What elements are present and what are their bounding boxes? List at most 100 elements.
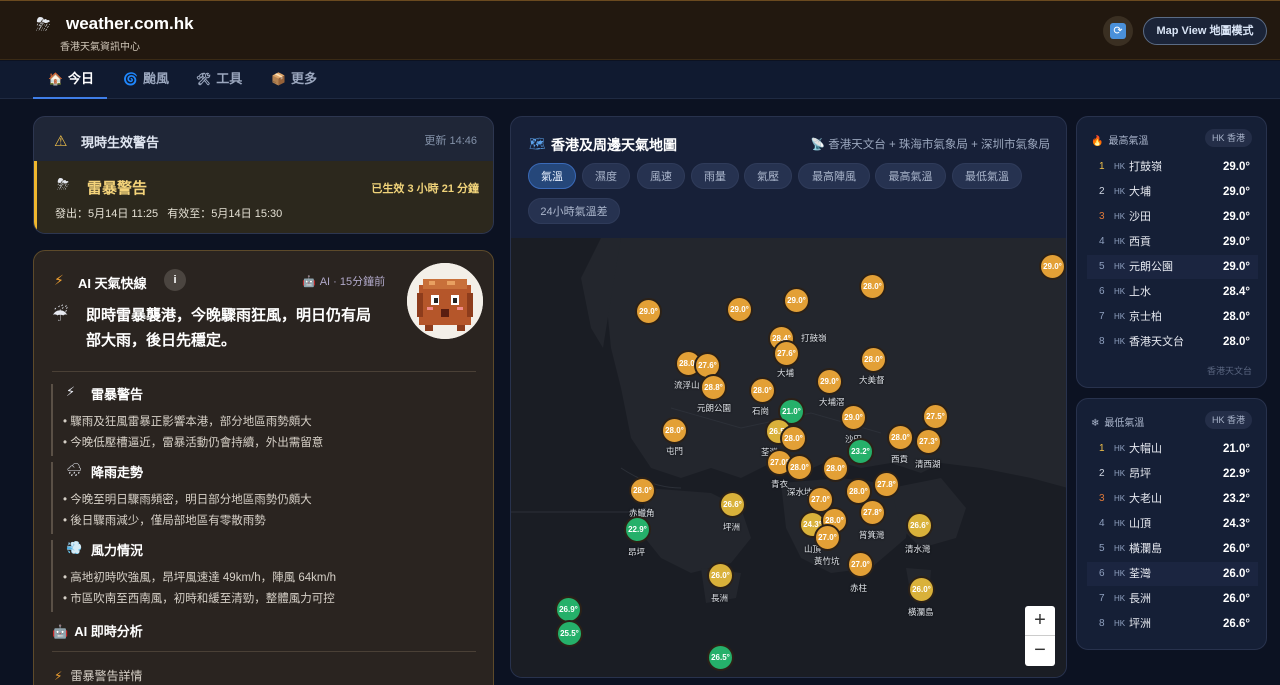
warning-valid-until: 有效至：5月14日 15:30 <box>167 208 283 220</box>
ranking-row[interactable]: 8 HK 香港天文台 28.0° <box>1087 330 1258 354</box>
chip-wind-speed[interactable]: 風速 <box>637 163 685 189</box>
temp-marker[interactable]: 28.0° <box>629 477 656 504</box>
warning-title: 雷暴警告 <box>87 180 148 197</box>
chip-min-temp[interactable]: 最低氣溫 <box>952 163 1022 189</box>
station-name: 坪洲 <box>1129 618 1151 630</box>
station-name: 元朗公園 <box>1129 261 1173 273</box>
temp-marker[interactable]: 22.9° <box>624 516 651 543</box>
region-chip[interactable]: HK 香港 <box>1204 129 1252 147</box>
ai-realtime-label: AI 即時分析 <box>74 624 143 639</box>
temp-marker[interactable]: 26.6° <box>719 491 746 518</box>
rank-number: 3 <box>1099 211 1105 222</box>
section-line: • 驟雨及狂風雷暴正影響本港，部分地區雨勢頗大 <box>63 416 312 428</box>
tab-more[interactable]: 📦 更多 <box>271 61 317 99</box>
ranking-row[interactable]: 1 HK 大帽山 21.0° <box>1087 437 1258 461</box>
ranking-row[interactable]: 7 HK 京士柏 28.0° <box>1087 305 1258 329</box>
lightning-icon: ⚡ <box>54 272 64 288</box>
region-chip[interactable]: HK 香港 <box>1204 411 1252 429</box>
place-label: 大埔滘 <box>819 397 845 407</box>
place-label: 大美督 <box>859 375 885 385</box>
tab-typhoon[interactable]: 🌀 颱風 <box>123 61 169 99</box>
temp-marker[interactable]: 29.0° <box>783 287 810 314</box>
section-title: 雷暴警告 <box>91 387 144 402</box>
ranking-row[interactable]: 2 HK 大埔 29.0° <box>1087 180 1258 204</box>
chip-temperature[interactable]: 氣溫 <box>528 163 576 189</box>
station-name: 橫瀾島 <box>1129 543 1162 555</box>
ranking-row[interactable]: 6 HK 上水 28.4° <box>1087 280 1258 304</box>
ranking-row[interactable]: 5 HK 橫瀾島 26.0° <box>1087 537 1258 561</box>
temp-marker[interactable]: 28.0° <box>887 424 914 451</box>
temp-marker[interactable]: 27.0° <box>807 486 834 513</box>
ranking-row[interactable]: 3 HK 大老山 23.2° <box>1087 487 1258 511</box>
temp-marker[interactable]: 28.8° <box>700 374 727 401</box>
lightning-icon: ⚡ <box>66 384 76 399</box>
temp-marker[interactable]: 26.5° <box>707 644 734 671</box>
station-name: 大埔 <box>1129 186 1151 198</box>
section-line: • 今晚低壓槽逼近，雷暴活動仍會持續，外出需留意 <box>63 437 324 449</box>
temp-marker[interactable]: 27.8° <box>873 471 900 498</box>
temp-marker[interactable]: 27.8° <box>859 499 886 526</box>
temp-marker[interactable]: 27.5° <box>922 403 949 430</box>
temp-marker[interactable]: 27.3° <box>915 428 942 455</box>
ranking-row[interactable]: 6 HK 荃灣 26.0° <box>1087 562 1258 586</box>
temp-marker[interactable]: 26.0° <box>908 576 935 603</box>
map-icon: 🗺 <box>529 136 546 151</box>
warning-elapsed: 已生效 3 小時 21 分鐘 <box>371 183 479 195</box>
rank-number: 4 <box>1099 518 1105 529</box>
temp-marker[interactable]: 26.9° <box>555 596 582 623</box>
chip-24h-temp-diff[interactable]: 24小時氣溫差 <box>528 198 620 224</box>
place-label: 青衣 <box>771 479 789 489</box>
ranking-row[interactable]: 3 HK 沙田 29.0° <box>1087 205 1258 229</box>
temp-marker[interactable]: 27.6° <box>773 340 800 367</box>
temp-marker[interactable]: 29.0° <box>1039 253 1066 280</box>
refresh-button[interactable]: ⟳ <box>1103 16 1133 46</box>
chip-max-temp[interactable]: 最高氣溫 <box>875 163 946 189</box>
ranking-row[interactable]: 1 HK 打鼓嶺 29.0° <box>1087 155 1258 179</box>
ranking-row[interactable]: 8 HK 坪洲 26.6° <box>1087 612 1258 636</box>
tab-tools[interactable]: 🛠 工具 <box>196 61 242 99</box>
zoom-out-button[interactable]: − <box>1025 636 1055 666</box>
temp-marker[interactable]: 29.0° <box>635 298 662 325</box>
temp-marker[interactable]: 27.0° <box>814 524 841 551</box>
tab-today[interactable]: 🏠 今日 <box>33 61 107 99</box>
temp-marker[interactable]: 28.0° <box>786 454 813 481</box>
chip-humidity[interactable]: 濕度 <box>582 163 630 189</box>
station-name: 打鼓嶺 <box>1129 161 1162 173</box>
ranking-row[interactable]: 5 HK 元朗公園 29.0° <box>1087 255 1258 279</box>
ranking-row[interactable]: 7 HK 長洲 26.0° <box>1087 587 1258 611</box>
rank-number: 8 <box>1099 336 1105 347</box>
ranking-row[interactable]: 4 HK 西貢 29.0° <box>1087 230 1258 254</box>
temp-marker[interactable]: 28.0° <box>822 455 849 482</box>
zoom-in-button[interactable]: + <box>1025 606 1055 636</box>
temp-value: 28.0° <box>1223 311 1250 323</box>
map-view-button[interactable]: Map View 地圖模式 <box>1143 17 1267 45</box>
temp-marker[interactable]: 28.0° <box>780 425 807 452</box>
region-tag: HK <box>1114 519 1126 528</box>
ranking-row[interactable]: 4 HK 山頂 24.3° <box>1087 512 1258 536</box>
chip-rainfall[interactable]: 雨量 <box>691 163 739 189</box>
thunderstorm-detail-link[interactable]: ⚡ 雷暴警告詳情 <box>54 667 142 684</box>
temp-marker[interactable]: 27.0° <box>847 551 874 578</box>
ranking-title-text: 最低氣溫 <box>1104 418 1145 429</box>
rank-number: 2 <box>1099 186 1105 197</box>
temp-marker[interactable]: 29.0° <box>840 404 867 431</box>
temp-marker[interactable]: 28.0° <box>661 417 688 444</box>
temp-marker[interactable]: 29.0° <box>816 368 843 395</box>
chip-max-gust[interactable]: 最高陣風 <box>798 163 870 189</box>
site-title[interactable]: weather.com.hk <box>66 14 194 34</box>
ranking-row[interactable]: 2 HK 昂坪 22.9° <box>1087 462 1258 486</box>
tab-label: 工具 <box>216 71 243 86</box>
map-canvas[interactable]: 打鼓嶺 流浮山 元朗公園 大埔 大美督 石崗 大埔滘 沙田 西貢 清西湖 屯門 … <box>511 238 1066 677</box>
temp-marker[interactable]: 25.5° <box>556 620 583 647</box>
temp-marker[interactable]: 23.2° <box>847 438 874 465</box>
temp-marker[interactable]: 28.0° <box>860 346 887 373</box>
temp-marker[interactable]: 26.6° <box>906 512 933 539</box>
info-icon[interactable]: i <box>164 269 186 291</box>
temp-marker[interactable]: 28.0° <box>749 377 776 404</box>
thunderstorm-warning-item[interactable]: ⛈ 雷暴警告 已生效 3 小時 21 分鐘 發出：5月14日 11:25 有效至… <box>34 161 493 233</box>
temp-marker[interactable]: 29.0° <box>726 296 753 323</box>
chip-pressure[interactable]: 氣壓 <box>744 163 792 189</box>
temp-marker[interactable]: 26.0° <box>707 562 734 589</box>
temp-marker[interactable]: 28.0° <box>859 273 886 300</box>
ranking-title: ❄ 最低氣溫 <box>1091 414 1144 429</box>
